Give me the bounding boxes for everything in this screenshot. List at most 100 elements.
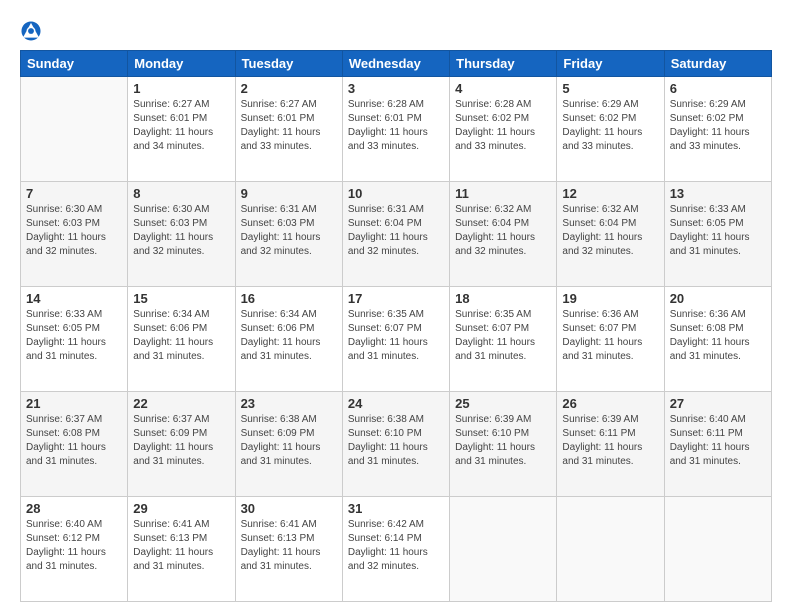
day-number: 1 xyxy=(133,81,229,96)
day-info: Sunrise: 6:40 AM Sunset: 6:12 PM Dayligh… xyxy=(26,518,122,574)
day-number: 27 xyxy=(670,396,766,411)
calendar-cell: 19 Sunrise: 6:36 AM Sunset: 6:07 PM Dayli… xyxy=(557,287,664,392)
day-info: Sunrise: 6:30 AM Sunset: 6:03 PM Dayligh… xyxy=(26,203,122,259)
calendar-cell: 15 Sunrise: 6:34 AM Sunset: 6:06 PM Dayli… xyxy=(128,287,235,392)
day-info: Sunrise: 6:35 AM Sunset: 6:07 PM Dayligh… xyxy=(348,308,444,364)
day-info: Sunrise: 6:29 AM Sunset: 6:02 PM Dayligh… xyxy=(670,98,766,154)
calendar-cell: 12 Sunrise: 6:32 AM Sunset: 6:04 PM Dayli… xyxy=(557,182,664,287)
day-info: Sunrise: 6:31 AM Sunset: 6:03 PM Dayligh… xyxy=(241,203,337,259)
day-number: 5 xyxy=(562,81,658,96)
day-info: Sunrise: 6:42 AM Sunset: 6:14 PM Dayligh… xyxy=(348,518,444,574)
calendar-cell: 6Sunrise: 6:29 AM Sunset: 6:02 PM Daylig… xyxy=(664,77,771,182)
day-info: Sunrise: 6:28 AM Sunset: 6:02 PM Dayligh… xyxy=(455,98,551,154)
calendar-table: SundayMondayTuesdayWednesdayThursdayFrid… xyxy=(20,50,772,602)
day-info: Sunrise: 6:34 AM Sunset: 6:06 PM Dayligh… xyxy=(133,308,229,364)
calendar-cell: 20Sunrise: 6:36 AM Sunset: 6:08 PM Dayli… xyxy=(664,287,771,392)
day-number: 20 xyxy=(670,291,766,306)
day-number: 3 xyxy=(348,81,444,96)
week-row-5: 28 Sunrise: 6:40 AM Sunset: 6:12 PM Dayli… xyxy=(21,497,772,602)
weekday-header-sunday: Sunday xyxy=(21,51,128,77)
day-number: 14 xyxy=(26,291,122,306)
calendar-cell: 1 Sunrise: 6:27 AM Sunset: 6:01 PM Daylig… xyxy=(128,77,235,182)
day-number: 18 xyxy=(455,291,551,306)
day-number: 9 xyxy=(241,186,337,201)
calendar-cell: 31Sunrise: 6:42 AM Sunset: 6:14 PM Dayli… xyxy=(342,497,449,602)
day-info: Sunrise: 6:38 AM Sunset: 6:09 PM Dayligh… xyxy=(241,413,337,469)
day-info: Sunrise: 6:36 AM Sunset: 6:07 PM Dayligh… xyxy=(562,308,658,364)
calendar-cell xyxy=(450,497,557,602)
day-info: Sunrise: 6:37 AM Sunset: 6:09 PM Dayligh… xyxy=(133,413,229,469)
header xyxy=(20,16,772,42)
week-row-4: 21 Sunrise: 6:37 AM Sunset: 6:08 PM Dayli… xyxy=(21,392,772,497)
day-number: 8 xyxy=(133,186,229,201)
day-number: 2 xyxy=(241,81,337,96)
day-info: Sunrise: 6:27 AM Sunset: 6:01 PM Dayligh… xyxy=(241,98,337,154)
calendar-cell: 10Sunrise: 6:31 AM Sunset: 6:04 PM Dayli… xyxy=(342,182,449,287)
weekday-header-saturday: Saturday xyxy=(664,51,771,77)
day-info: Sunrise: 6:40 AM Sunset: 6:11 PM Dayligh… xyxy=(670,413,766,469)
calendar-cell: 8 Sunrise: 6:30 AM Sunset: 6:03 PM Daylig… xyxy=(128,182,235,287)
day-info: Sunrise: 6:37 AM Sunset: 6:08 PM Dayligh… xyxy=(26,413,122,469)
calendar-cell: 22Sunrise: 6:37 AM Sunset: 6:09 PM Dayli… xyxy=(128,392,235,497)
day-number: 13 xyxy=(670,186,766,201)
calendar-cell: 30 Sunrise: 6:41 AM Sunset: 6:13 PM Dayli… xyxy=(235,497,342,602)
logo-icon xyxy=(20,20,42,42)
calendar-cell: 3 Sunrise: 6:28 AM Sunset: 6:01 PM Daylig… xyxy=(342,77,449,182)
day-info: Sunrise: 6:32 AM Sunset: 6:04 PM Dayligh… xyxy=(562,203,658,259)
calendar-cell xyxy=(557,497,664,602)
calendar-cell: 11Sunrise: 6:32 AM Sunset: 6:04 PM Dayli… xyxy=(450,182,557,287)
calendar-cell: 16 Sunrise: 6:34 AM Sunset: 6:06 PM Dayli… xyxy=(235,287,342,392)
week-row-2: 7Sunrise: 6:30 AM Sunset: 6:03 PM Daylig… xyxy=(21,182,772,287)
day-number: 19 xyxy=(562,291,658,306)
calendar-cell: 17 Sunrise: 6:35 AM Sunset: 6:07 PM Dayli… xyxy=(342,287,449,392)
calendar-cell: 27 Sunrise: 6:40 AM Sunset: 6:11 PM Dayli… xyxy=(664,392,771,497)
weekday-header-thursday: Thursday xyxy=(450,51,557,77)
week-row-1: 1 Sunrise: 6:27 AM Sunset: 6:01 PM Daylig… xyxy=(21,77,772,182)
calendar-cell xyxy=(664,497,771,602)
day-info: Sunrise: 6:35 AM Sunset: 6:07 PM Dayligh… xyxy=(455,308,551,364)
calendar-cell xyxy=(21,77,128,182)
calendar-cell: 25 Sunrise: 6:39 AM Sunset: 6:10 PM Dayli… xyxy=(450,392,557,497)
day-number: 4 xyxy=(455,81,551,96)
day-info: Sunrise: 6:39 AM Sunset: 6:10 PM Dayligh… xyxy=(455,413,551,469)
day-info: Sunrise: 6:39 AM Sunset: 6:11 PM Dayligh… xyxy=(562,413,658,469)
day-number: 12 xyxy=(562,186,658,201)
calendar-cell: 14 Sunrise: 6:33 AM Sunset: 6:05 PM Dayli… xyxy=(21,287,128,392)
day-info: Sunrise: 6:33 AM Sunset: 6:05 PM Dayligh… xyxy=(26,308,122,364)
day-info: Sunrise: 6:29 AM Sunset: 6:02 PM Dayligh… xyxy=(562,98,658,154)
week-row-3: 14 Sunrise: 6:33 AM Sunset: 6:05 PM Dayli… xyxy=(21,287,772,392)
day-info: Sunrise: 6:38 AM Sunset: 6:10 PM Dayligh… xyxy=(348,413,444,469)
day-info: Sunrise: 6:28 AM Sunset: 6:01 PM Dayligh… xyxy=(348,98,444,154)
weekday-header-tuesday: Tuesday xyxy=(235,51,342,77)
day-number: 23 xyxy=(241,396,337,411)
day-number: 25 xyxy=(455,396,551,411)
day-info: Sunrise: 6:27 AM Sunset: 6:01 PM Dayligh… xyxy=(133,98,229,154)
weekday-header-wednesday: Wednesday xyxy=(342,51,449,77)
calendar-cell: 28 Sunrise: 6:40 AM Sunset: 6:12 PM Dayli… xyxy=(21,497,128,602)
calendar-page: SundayMondayTuesdayWednesdayThursdayFrid… xyxy=(0,0,792,612)
day-info: Sunrise: 6:41 AM Sunset: 6:13 PM Dayligh… xyxy=(133,518,229,574)
calendar-cell: 21 Sunrise: 6:37 AM Sunset: 6:08 PM Dayli… xyxy=(21,392,128,497)
logo xyxy=(20,20,46,42)
calendar-cell: 26 Sunrise: 6:39 AM Sunset: 6:11 PM Dayli… xyxy=(557,392,664,497)
day-info: Sunrise: 6:30 AM Sunset: 6:03 PM Dayligh… xyxy=(133,203,229,259)
weekday-header-row: SundayMondayTuesdayWednesdayThursdayFrid… xyxy=(21,51,772,77)
day-number: 16 xyxy=(241,291,337,306)
day-number: 29 xyxy=(133,501,229,516)
day-number: 21 xyxy=(26,396,122,411)
day-number: 15 xyxy=(133,291,229,306)
day-info: Sunrise: 6:31 AM Sunset: 6:04 PM Dayligh… xyxy=(348,203,444,259)
day-info: Sunrise: 6:34 AM Sunset: 6:06 PM Dayligh… xyxy=(241,308,337,364)
calendar-cell: 29 Sunrise: 6:41 AM Sunset: 6:13 PM Dayli… xyxy=(128,497,235,602)
day-number: 17 xyxy=(348,291,444,306)
day-number: 28 xyxy=(26,501,122,516)
day-info: Sunrise: 6:33 AM Sunset: 6:05 PM Dayligh… xyxy=(670,203,766,259)
day-number: 11 xyxy=(455,186,551,201)
day-info: Sunrise: 6:41 AM Sunset: 6:13 PM Dayligh… xyxy=(241,518,337,574)
calendar-cell: 4 Sunrise: 6:28 AM Sunset: 6:02 PM Daylig… xyxy=(450,77,557,182)
calendar-cell: 2 Sunrise: 6:27 AM Sunset: 6:01 PM Daylig… xyxy=(235,77,342,182)
weekday-header-monday: Monday xyxy=(128,51,235,77)
day-number: 30 xyxy=(241,501,337,516)
day-number: 26 xyxy=(562,396,658,411)
calendar-cell: 9 Sunrise: 6:31 AM Sunset: 6:03 PM Daylig… xyxy=(235,182,342,287)
